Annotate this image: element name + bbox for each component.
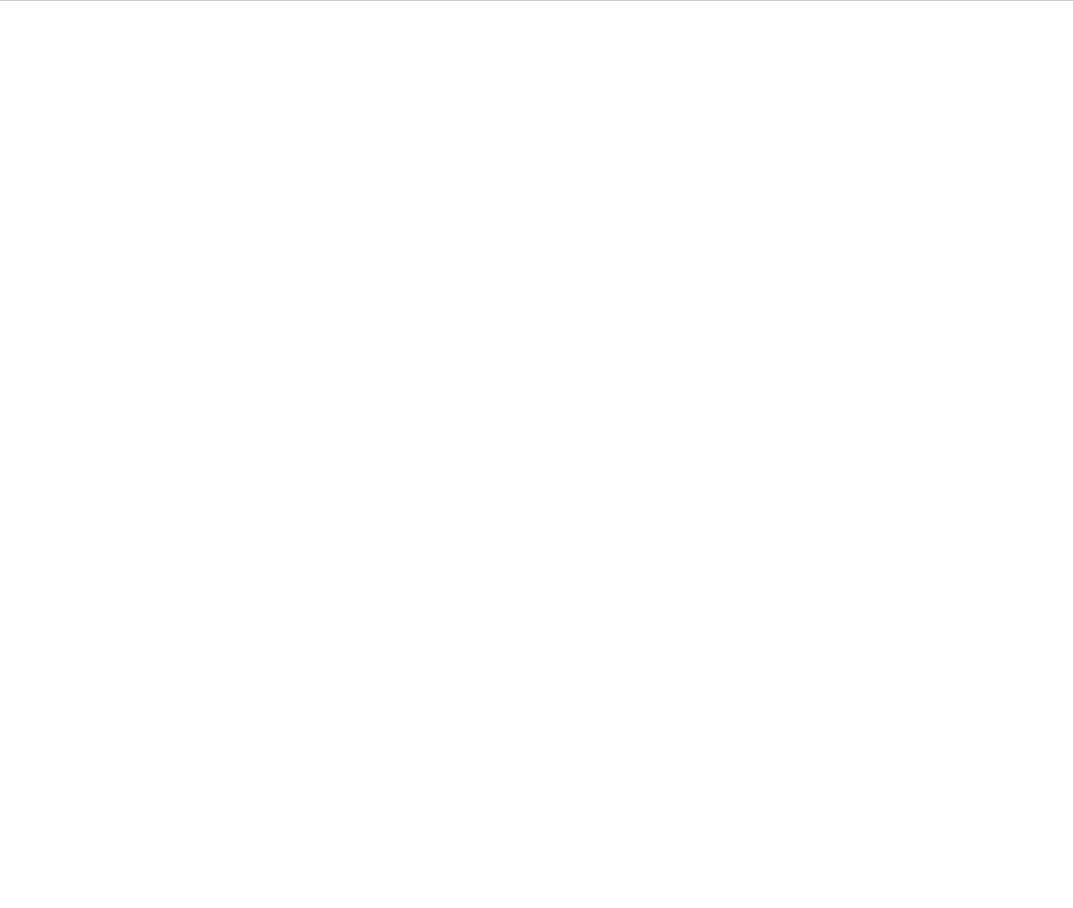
annotation-arrow-icon [0,0,1073,908]
